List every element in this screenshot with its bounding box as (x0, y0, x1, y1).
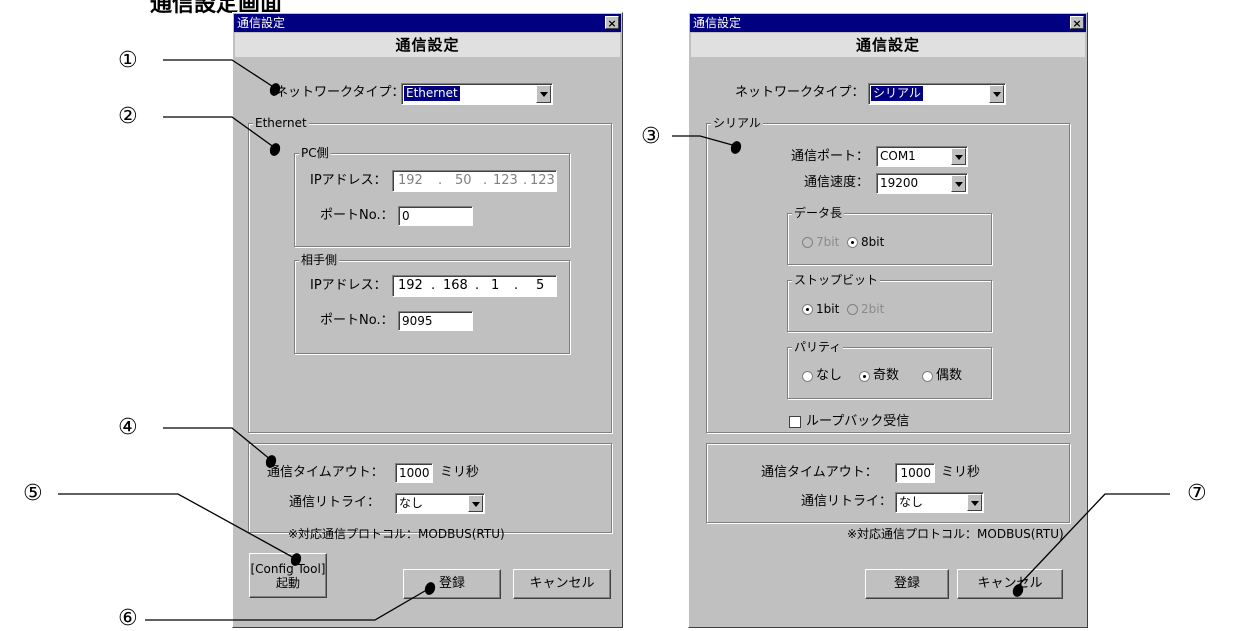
callout-number-6: ⑥ (118, 606, 138, 631)
callout-number-4: ④ (118, 415, 138, 440)
callout-number-3: ③ (641, 124, 661, 149)
callout-number-2: ② (118, 104, 138, 129)
callout-leader-lines (58, 59, 1170, 621)
callout-number-1: ① (118, 48, 138, 73)
callout-number-5: ⑤ (23, 481, 43, 506)
callout-number-7: ⑦ (1187, 481, 1207, 506)
